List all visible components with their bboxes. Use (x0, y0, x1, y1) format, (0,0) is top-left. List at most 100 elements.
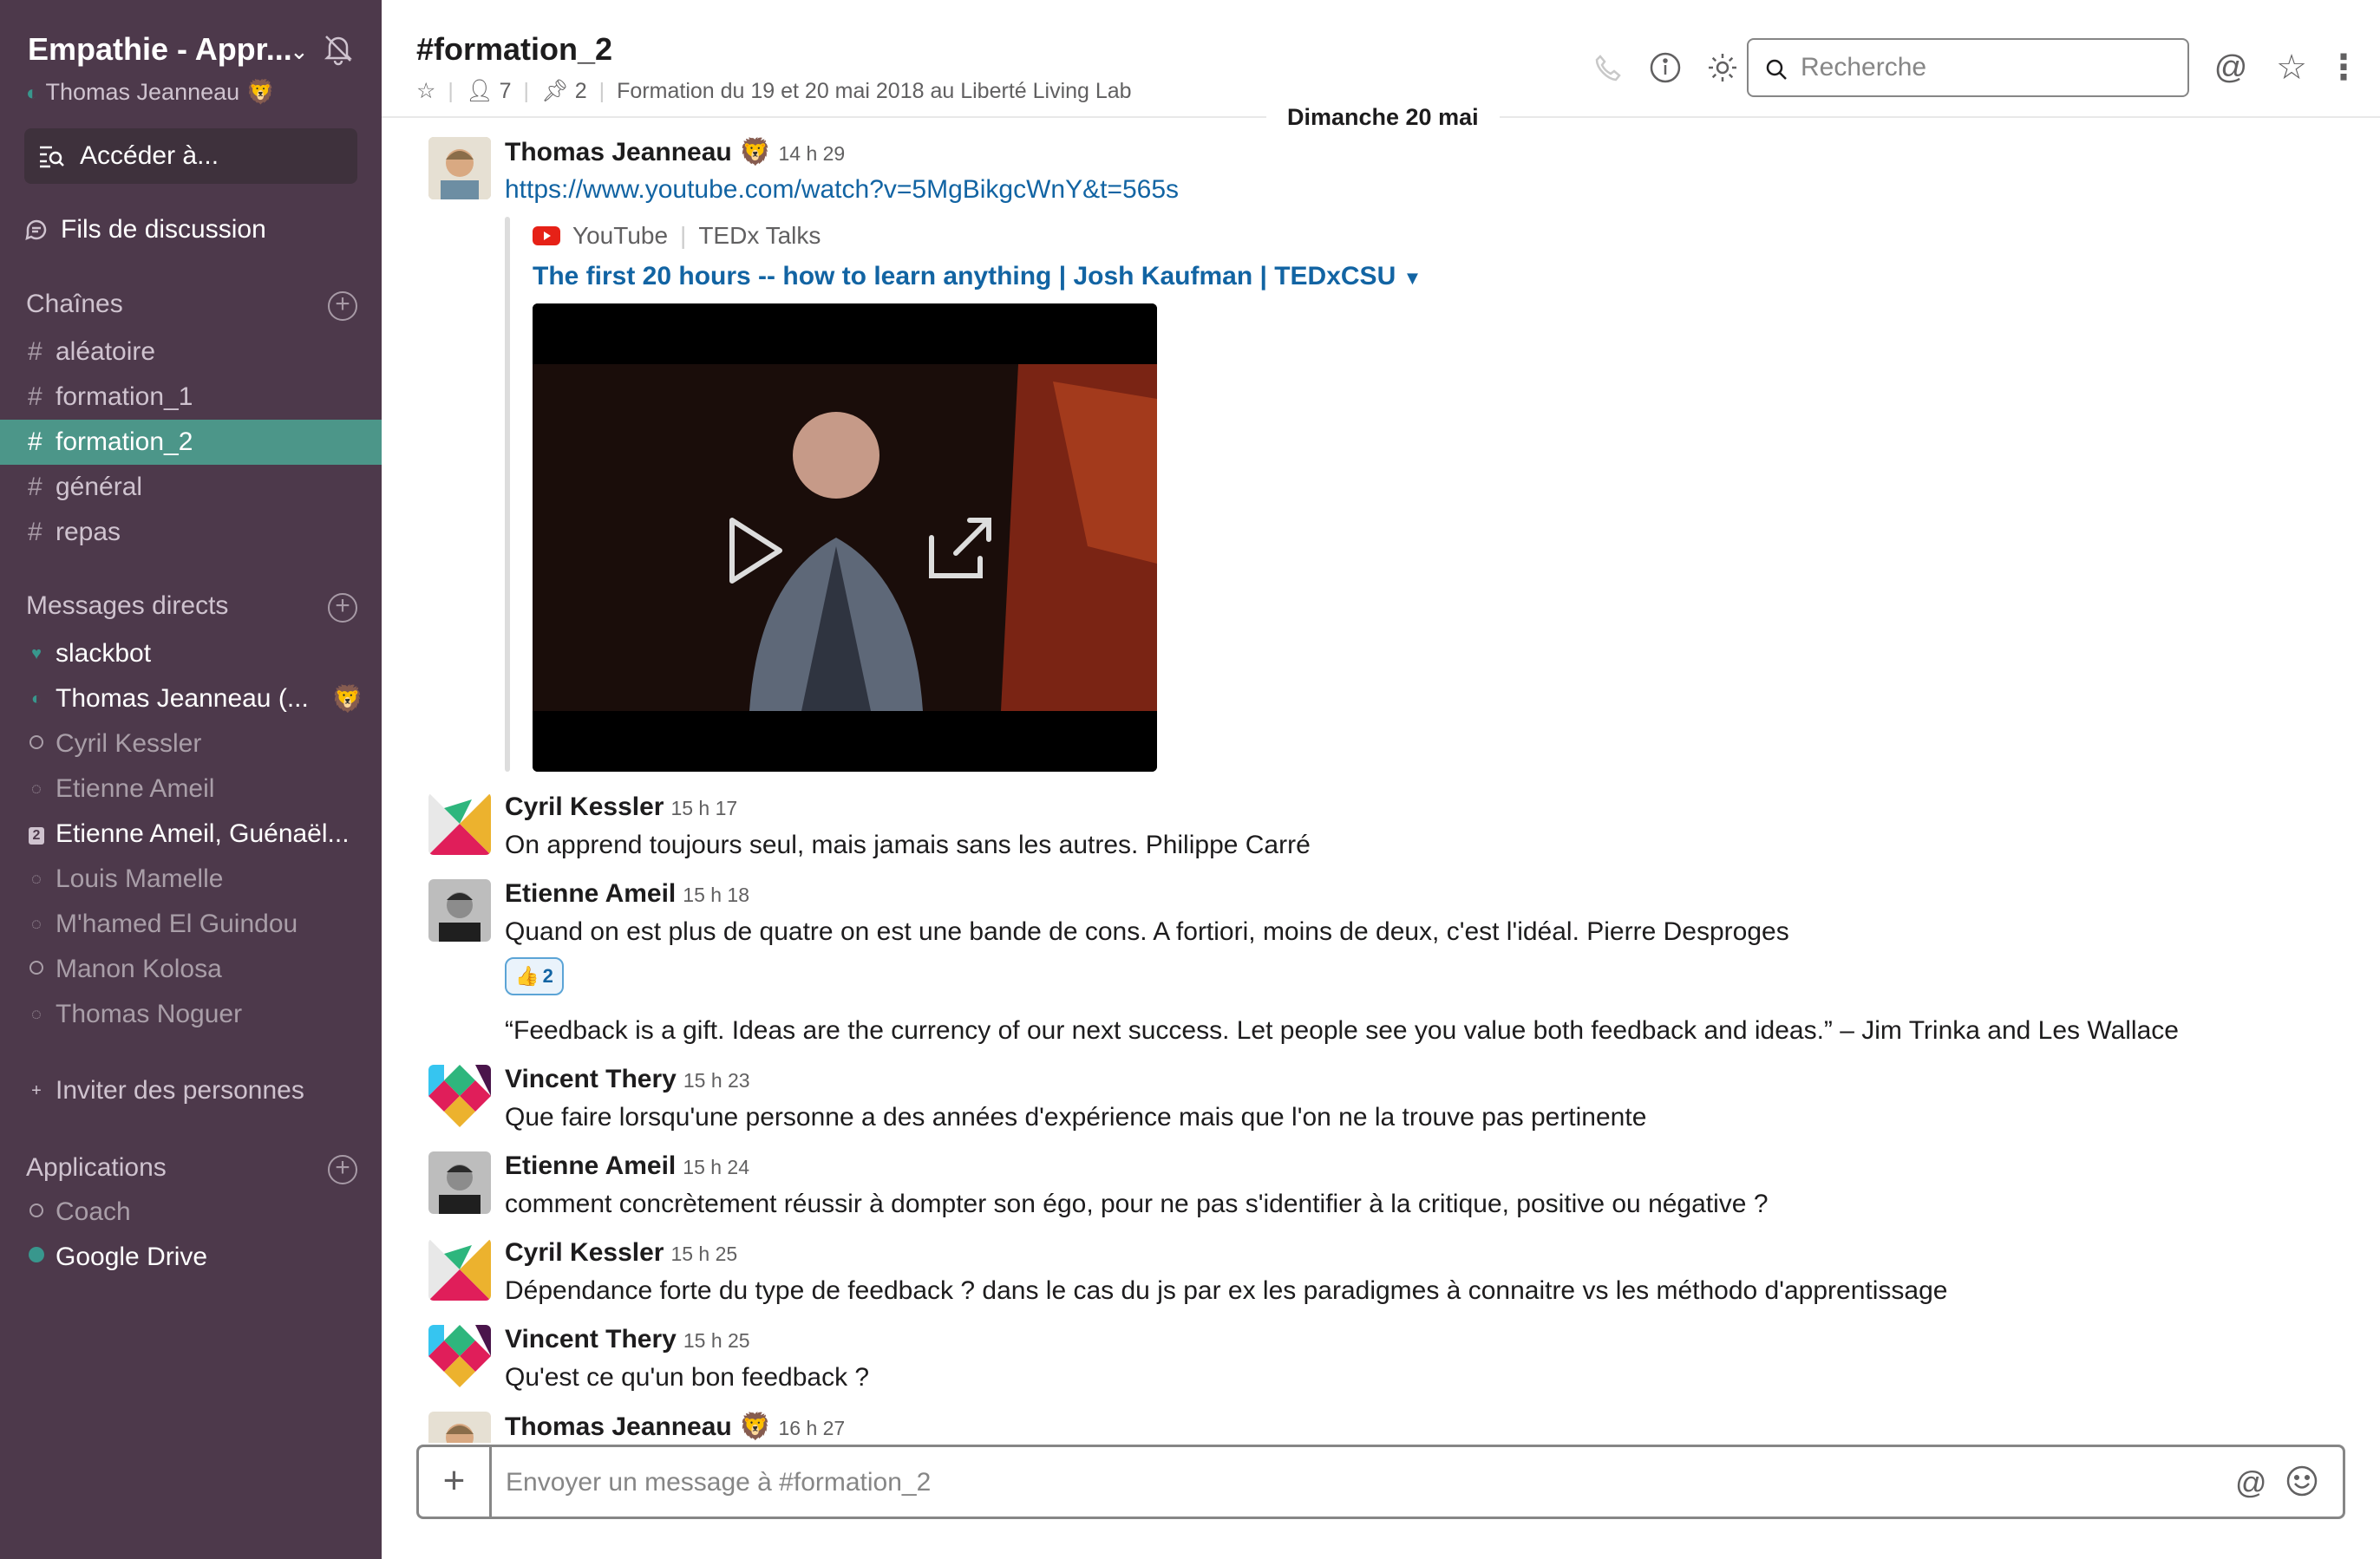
hash-icon: # (28, 382, 42, 411)
star-icon[interactable]: ☆ (416, 78, 435, 104)
dm-label: Etienne Ameil (56, 774, 215, 803)
dm-mhamed-el-guindou[interactable]: ◌ M'hamed El Guindou (0, 902, 382, 947)
direct-messages-header[interactable]: Messages directs (26, 591, 228, 621)
plus-icon: + (31, 1080, 42, 1100)
message-text: Dépendance forte du type de feedback ? d… (505, 1276, 1948, 1305)
current-user-name: Thomas Jeanneau (45, 79, 240, 105)
phone-icon[interactable] (1591, 50, 1625, 85)
gear-icon[interactable] (1705, 50, 1740, 85)
channel-meta: ☆ | 👤︎ 7 | 📌︎ 2 | Formation du 19 et 20 mai… (416, 78, 1132, 104)
invite-people-link[interactable]: + Inviter des personnes (0, 1068, 382, 1113)
message-author[interactable]: Thomas Jeanneau 🦁 16 h 27 (505, 1412, 845, 1442)
attachment-channel: TEDx Talks (698, 222, 821, 249)
avatar[interactable] (428, 137, 491, 199)
dm-label: slackbot (56, 639, 152, 668)
info-icon[interactable] (1648, 50, 1683, 85)
add-attachment-button[interactable]: + (419, 1447, 492, 1517)
apps-header[interactable]: Applications (26, 1153, 167, 1183)
mentions-icon[interactable]: @ (2213, 49, 2248, 86)
chevron-down-icon[interactable]: ⌄ (290, 38, 309, 65)
message-text: On apprend toujours seul, mais jamais sa… (505, 831, 1311, 859)
avatar[interactable] (428, 1065, 491, 1127)
search-input[interactable]: Recherche (1747, 38, 2189, 97)
starred-icon[interactable]: ☆ (2274, 49, 2309, 87)
attachment-source: YouTube | TEDx Talks (533, 222, 821, 250)
avatar[interactable] (428, 1325, 491, 1387)
dm-thomas-jeanneau[interactable]: ◐ Thomas Jeanneau (... 🦁 (0, 676, 382, 721)
threads-link[interactable]: Fils de discussion (24, 215, 266, 245)
avatar[interactable] (428, 1151, 491, 1214)
message-author[interactable]: Etienne Ameil 15 h 18 (505, 879, 749, 909)
message-author[interactable]: Etienne Ameil 15 h 24 (505, 1151, 749, 1181)
date-divider: Dimanche 20 mai (1266, 104, 1500, 131)
message-time: 15 h 18 (683, 884, 750, 906)
attachment-title[interactable]: The first 20 hours -- how to learn anyth… (533, 262, 1422, 291)
dm-group-etienne-guenael[interactable]: 2 Etienne Ameil, Guénaël... (0, 812, 382, 857)
channel-label: aléatoire (56, 337, 156, 366)
video-thumbnail[interactable] (533, 303, 1157, 772)
pins-count[interactable]: 📌︎ 2 (541, 79, 587, 104)
message-text: Qu'est ce qu'un bon feedback ? (505, 1363, 870, 1392)
channel-label: général (56, 473, 143, 501)
dm-etienne-ameil[interactable]: ◌ Etienne Ameil (0, 766, 382, 812)
add-channel-icon[interactable]: + (328, 291, 357, 321)
mention-icon[interactable]: @ (2235, 1464, 2270, 1500)
workspace-name[interactable]: Empathie - Appr... (28, 31, 292, 68)
search-icon (1766, 59, 1787, 80)
message-author[interactable]: Vincent Thery 15 h 25 (505, 1325, 750, 1354)
message-input[interactable]: Envoyer un message à #formation_2 (506, 1468, 931, 1497)
jump-to-button[interactable]: Accéder à... (24, 128, 357, 184)
invite-label: Inviter des personnes (56, 1076, 304, 1105)
emoji-icon[interactable] (2285, 1464, 2320, 1499)
channel-title[interactable]: #formation_2 (416, 31, 612, 68)
message-author[interactable]: Cyril Kessler 15 h 25 (505, 1238, 737, 1268)
away-status-icon (28, 1203, 45, 1223)
avatar[interactable] (428, 1238, 491, 1301)
message-author[interactable]: Vincent Thery 15 h 23 (505, 1065, 750, 1094)
avatar-emoji-icon: 🦁 (331, 684, 364, 714)
channel-topic[interactable]: Formation du 19 et 20 mai 2018 au Libert… (617, 79, 1131, 104)
dm-cyril-kessler[interactable]: Cyril Kessler (0, 721, 382, 766)
dm-slackbot[interactable]: ♥ slackbot (0, 631, 382, 676)
sidebar-item-aleatoire[interactable]: # aléatoire (0, 329, 382, 375)
youtube-icon (533, 226, 560, 245)
channel-label: formation_1 (56, 382, 193, 411)
message-text: Quand on est plus de quatre on est une b… (505, 917, 1789, 946)
channels-header[interactable]: Chaînes (26, 290, 123, 319)
bell-icon[interactable] (321, 31, 356, 66)
dm-thomas-noguer[interactable]: ◌ Thomas Noguer (0, 992, 382, 1037)
message-author[interactable]: Cyril Kessler 15 h 17 (505, 793, 737, 822)
sidebar-item-formation-2[interactable]: # formation_2 (0, 420, 382, 465)
avatar[interactable] (428, 1412, 491, 1443)
reaction-thumbs-up[interactable]: 👍 2 (505, 957, 564, 995)
add-app-icon[interactable]: + (328, 1155, 357, 1184)
message-time: 14 h 29 (778, 142, 846, 165)
more-icon[interactable]: ⋮ (2326, 49, 2361, 87)
members-count[interactable]: 👤︎ 7 (466, 79, 512, 104)
current-user[interactable]: ◐ Thomas Jeanneau 🦁 (26, 78, 275, 106)
channel-label: repas (56, 518, 121, 546)
pin-icon: 📌︎ (541, 78, 569, 103)
sidebar-item-repas[interactable]: # repas (0, 510, 382, 555)
dm-louis-mamelle[interactable]: ◌ Louis Mamelle (0, 857, 382, 902)
thumbs-up-icon: 👍 (515, 965, 539, 987)
app-coach[interactable]: Coach (0, 1190, 382, 1235)
attachment-bar (505, 217, 510, 772)
attachment-service: YouTube (572, 222, 669, 249)
app-google-drive[interactable]: Google Drive (0, 1235, 382, 1280)
message-author[interactable]: Thomas Jeanneau 🦁 14 h 29 (505, 137, 845, 167)
add-dm-icon[interactable]: + (328, 593, 357, 623)
sidebar-item-general[interactable]: # général (0, 465, 382, 510)
message-link[interactable]: https://www.youtube.com/watch?v=5MgBikgc… (505, 175, 1179, 205)
caret-down-icon[interactable]: ▼ (1403, 267, 1422, 289)
message-composer[interactable]: + Envoyer un message à #formation_2 @ (416, 1445, 2345, 1519)
dm-manon-kolosa[interactable]: Manon Kolosa (0, 947, 382, 992)
dm-label: Louis Mamelle (56, 864, 224, 893)
away-status-icon: ◌ (31, 869, 42, 889)
sidebar-item-formation-1[interactable]: # formation_1 (0, 375, 382, 420)
avatar[interactable] (428, 793, 491, 855)
dm-label: Etienne Ameil, Guénaël... (56, 819, 350, 848)
avatar[interactable] (428, 879, 491, 942)
hash-icon: # (28, 427, 42, 456)
message-text: Que faire lorsqu'une personne a des anné… (505, 1103, 1647, 1132)
